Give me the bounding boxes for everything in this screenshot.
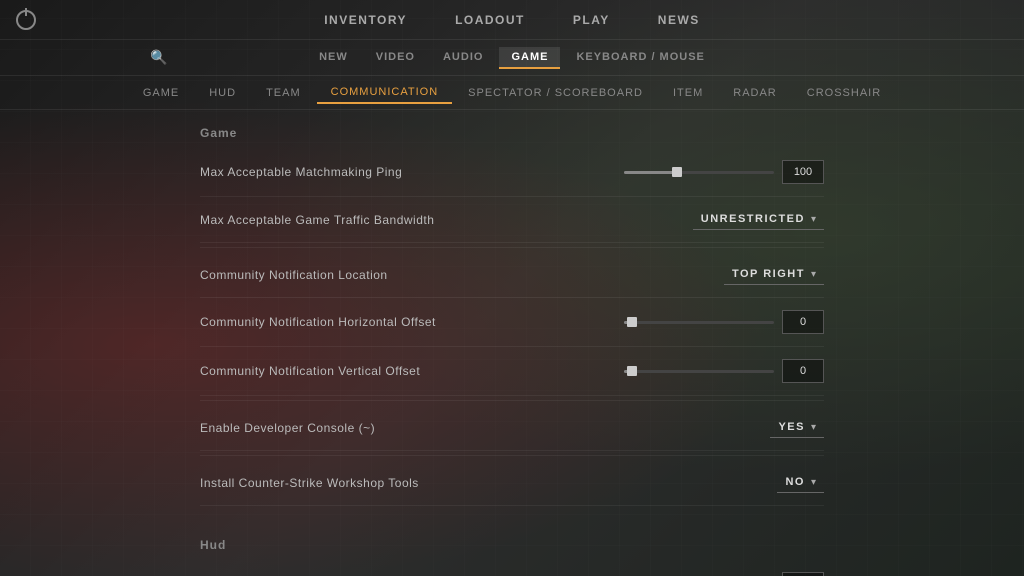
matchmaking-ping-value[interactable]: 100 xyxy=(782,160,824,184)
nav-loadout[interactable]: LOADOUT xyxy=(447,9,533,31)
notification-v-offset-track[interactable] xyxy=(624,370,774,373)
main-nav: INVENTORY LOADOUT PLAY NEWS xyxy=(316,9,708,31)
dev-console-dropdown[interactable]: YES ▾ xyxy=(770,417,824,438)
top-nav: INVENTORY LOADOUT PLAY NEWS xyxy=(0,0,1024,40)
matchmaking-ping-fill xyxy=(624,171,677,174)
dev-console-value: YES xyxy=(778,421,805,433)
notification-v-offset-thumb[interactable] xyxy=(627,366,637,376)
subtab-game[interactable]: GAME xyxy=(129,83,193,103)
divider-1 xyxy=(200,247,824,248)
notification-location-control: TOP RIGHT ▾ xyxy=(624,264,824,285)
matchmaking-ping-slider-wrap: 100 xyxy=(624,160,824,184)
dev-console-label: Enable Developer Console (~) xyxy=(200,421,375,435)
matchmaking-ping-thumb[interactable] xyxy=(672,167,682,177)
notification-v-offset-fill xyxy=(624,370,632,373)
settings-panel: Game Max Acceptable Matchmaking Ping 100… xyxy=(0,110,1024,576)
notification-h-offset-control: 0 xyxy=(624,310,824,334)
tab-video[interactable]: VIDEO xyxy=(364,47,427,69)
setting-row-hud-scale: HUD Scale 0.90 xyxy=(200,560,824,576)
subtab-crosshair[interactable]: CROSSHAIR xyxy=(793,83,895,103)
notification-h-offset-slider-wrap: 0 xyxy=(624,310,824,334)
subtab-team[interactable]: TEAM xyxy=(252,83,315,103)
workshop-tools-value: NO xyxy=(785,476,805,488)
nav-inventory[interactable]: INVENTORY xyxy=(316,9,415,31)
hud-scale-control: 0.90 xyxy=(624,572,824,576)
subtab-hud[interactable]: HUD xyxy=(195,83,250,103)
notification-location-dropdown[interactable]: TOP RIGHT ▾ xyxy=(724,264,824,285)
tab-game[interactable]: GAME xyxy=(499,47,560,69)
workshop-tools-chevron-icon: ▾ xyxy=(811,477,816,488)
bandwidth-label: Max Acceptable Game Traffic Bandwidth xyxy=(200,213,434,227)
matchmaking-ping-control: 100 xyxy=(624,160,824,184)
bandwidth-chevron-icon: ▾ xyxy=(811,214,816,225)
subtab-radar[interactable]: RADAR xyxy=(719,83,791,103)
hud-scale-slider-wrap: 0.90 xyxy=(624,572,824,576)
dev-console-chevron-icon: ▾ xyxy=(811,422,816,433)
tab-new[interactable]: NEW xyxy=(307,47,360,69)
dev-console-control: YES ▾ xyxy=(624,417,824,438)
tab-audio[interactable]: AUDIO xyxy=(431,47,495,69)
subtab-communication[interactable]: COMMUNICATION xyxy=(317,82,453,104)
notification-h-offset-label: Community Notification Horizontal Offset xyxy=(200,315,436,329)
setting-row-bandwidth: Max Acceptable Game Traffic Bandwidth UN… xyxy=(200,197,824,243)
bandwidth-value: UNRESTRICTED xyxy=(701,213,805,225)
divider-3 xyxy=(200,455,824,456)
notification-v-offset-slider-wrap: 0 xyxy=(624,359,824,383)
notification-h-offset-value[interactable]: 0 xyxy=(782,310,824,334)
divider-2 xyxy=(200,400,824,401)
notification-h-offset-fill xyxy=(624,321,632,324)
setting-row-matchmaking-ping: Max Acceptable Matchmaking Ping 100 xyxy=(200,148,824,197)
search-icon[interactable]: 🔍 xyxy=(150,49,167,66)
game-sub-tab-bar: GAME HUD TEAM COMMUNICATION SPECTATOR / … xyxy=(0,76,1024,110)
matchmaking-ping-label: Max Acceptable Matchmaking Ping xyxy=(200,165,402,179)
notification-v-offset-control: 0 xyxy=(624,359,824,383)
tab-keyboard-mouse[interactable]: KEYBOARD / MOUSE xyxy=(564,47,716,69)
notification-location-value: TOP RIGHT xyxy=(732,268,805,280)
power-button[interactable] xyxy=(16,10,36,30)
notification-v-offset-label: Community Notification Vertical Offset xyxy=(200,364,420,378)
workshop-tools-label: Install Counter-Strike Workshop Tools xyxy=(200,476,419,490)
setting-row-notification-h-offset: Community Notification Horizontal Offset… xyxy=(200,298,824,347)
setting-row-notification-location: Community Notification Location TOP RIGH… xyxy=(200,252,824,298)
settings-tab-bar: 🔍 NEW VIDEO AUDIO GAME KEYBOARD / MOUSE xyxy=(0,40,1024,76)
bandwidth-control: UNRESTRICTED ▾ xyxy=(624,209,824,230)
subtab-item[interactable]: ITEM xyxy=(659,83,717,103)
game-section-header: Game xyxy=(200,110,824,148)
nav-news[interactable]: NEWS xyxy=(650,9,708,31)
workshop-tools-dropdown[interactable]: NO ▾ xyxy=(777,472,824,493)
notification-h-offset-thumb[interactable] xyxy=(627,317,637,327)
setting-row-dev-console: Enable Developer Console (~) YES ▾ xyxy=(200,405,824,451)
nav-play[interactable]: PLAY xyxy=(565,9,618,31)
notification-v-offset-value[interactable]: 0 xyxy=(782,359,824,383)
notification-h-offset-track[interactable] xyxy=(624,321,774,324)
workshop-tools-control: NO ▾ xyxy=(624,472,824,493)
setting-row-workshop-tools: Install Counter-Strike Workshop Tools NO… xyxy=(200,460,824,506)
matchmaking-ping-track[interactable] xyxy=(624,171,774,174)
setting-row-notification-v-offset: Community Notification Vertical Offset 0 xyxy=(200,347,824,396)
hud-section-header: Hud xyxy=(200,522,824,560)
hud-scale-value[interactable]: 0.90 xyxy=(782,572,824,576)
notification-location-label: Community Notification Location xyxy=(200,268,388,282)
notification-location-chevron-icon: ▾ xyxy=(811,269,816,280)
subtab-spectator-scoreboard[interactable]: SPECTATOR / SCOREBOARD xyxy=(454,83,657,103)
bandwidth-dropdown[interactable]: UNRESTRICTED ▾ xyxy=(693,209,824,230)
